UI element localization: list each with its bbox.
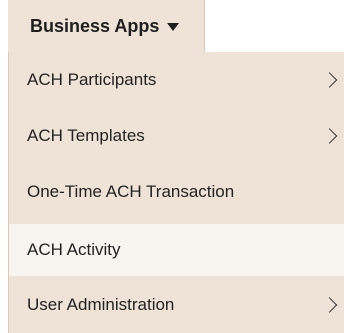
- chevron-right-icon: [321, 72, 338, 88]
- menu-item-ach-activity[interactable]: ACH Activity: [9, 224, 344, 276]
- menu-item-one-time-ach-transaction[interactable]: One-Time ACH Transaction: [9, 164, 344, 220]
- menu-item-label: ACH Participants: [27, 70, 157, 89]
- menu-item-label: One-Time ACH Transaction: [27, 182, 235, 201]
- business-apps-label: Business Apps: [30, 15, 160, 36]
- menu-item-label: ACH Activity: [27, 240, 121, 259]
- chevron-right-icon: [321, 296, 338, 313]
- menu-item-label: ACH Templates: [27, 126, 145, 145]
- menu-item-ach-templates[interactable]: ACH Templates: [9, 108, 344, 164]
- menu-item-label: User Administration: [27, 294, 175, 314]
- dropdown-menu: ACH Participants ACH Templates One-Time …: [8, 52, 344, 333]
- business-apps-menu-button[interactable]: Business Apps: [8, 0, 205, 52]
- chevron-right-icon: [321, 128, 338, 144]
- caret-down-icon: [167, 23, 180, 31]
- business-apps-dropdown: Business Apps ACH Participants ACH Templ…: [0, 0, 344, 333]
- menu-item-ach-participants[interactable]: ACH Participants: [9, 52, 344, 108]
- menu-item-user-administration[interactable]: User Administration: [9, 276, 344, 333]
